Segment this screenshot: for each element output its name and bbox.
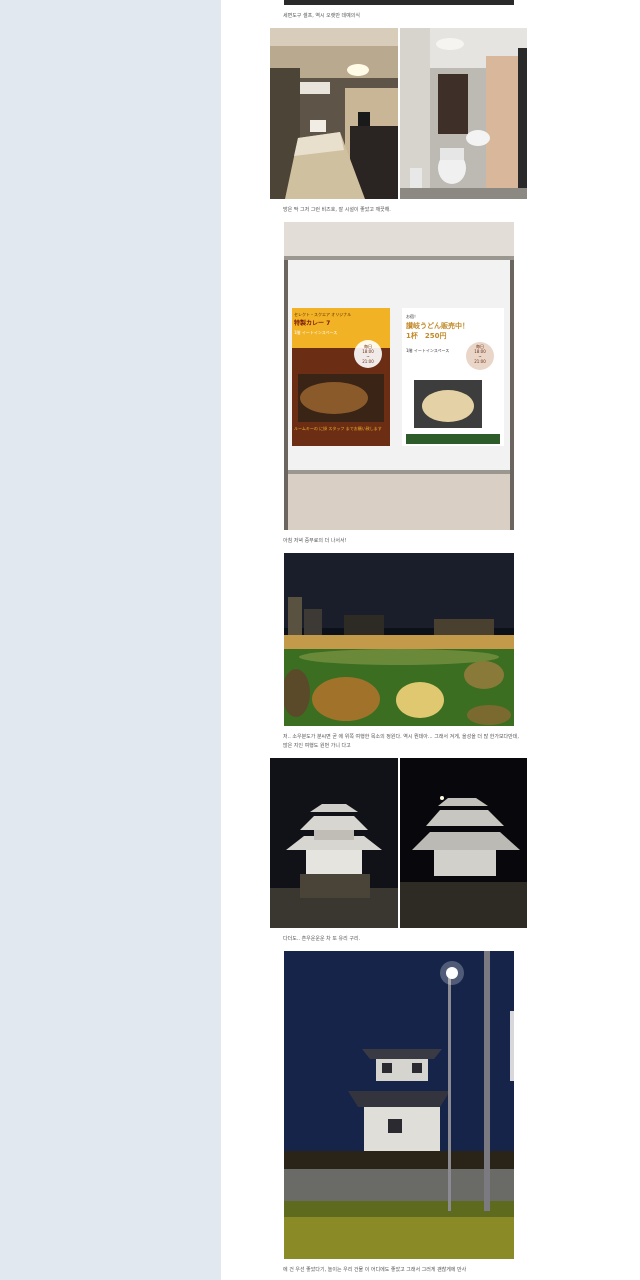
castle-night-photo-right[interactable] bbox=[400, 758, 527, 928]
castle-street-light-photo[interactable] bbox=[284, 951, 514, 1259]
bathroom-photo[interactable] bbox=[400, 28, 527, 199]
badge-end: 21:00 bbox=[474, 359, 486, 364]
caption-toiletries: 세면도구 셀프, 역시 오랫만 데예의식 bbox=[283, 13, 360, 19]
hotel-room-photo[interactable] bbox=[270, 28, 398, 199]
poster-udon-title: 讃岐うどん販売中！ bbox=[406, 322, 469, 330]
caption-room: 방은 딱 그저 그런 비즈호, 잘 시설이 좋았고 깨끗해. bbox=[283, 207, 391, 213]
castle-night-photo-left[interactable] bbox=[270, 758, 398, 928]
caption-meals: 아침 저녁 중무료의 더 나서서! bbox=[283, 538, 347, 544]
caption-park-line2: 많은 지인 여행도 원번 가니 다고 bbox=[283, 743, 351, 749]
badge-end: 21:00 bbox=[362, 359, 374, 364]
poster-curry-footer: ルームキーの に掛 スタッフ までお願い致します bbox=[294, 426, 382, 431]
poster-curry-location: 1階 イートインスペース bbox=[294, 330, 338, 335]
caption-final: 에 건 우선 좋았다기, 놀이는 우리 건물 이 어디에도 좋았고 그래서 그러… bbox=[283, 1267, 467, 1273]
night-park-photo[interactable] bbox=[284, 553, 514, 726]
curry-udon-poster-photo[interactable]: セレクト・スクエア オリジナル 特製カレー 7 1階 イートインスペース 毎日 … bbox=[284, 222, 514, 530]
previous-photo-bottom-edge bbox=[284, 0, 514, 5]
poster-udon-location: 1階 イートインスペース bbox=[406, 348, 450, 353]
poster-udon-price: 1杯 250円 bbox=[406, 332, 447, 340]
poster-udon-header: お宿！ bbox=[406, 314, 418, 319]
poster-curry-title: 特製カレー 7 bbox=[294, 320, 331, 327]
left-sidebar-panel bbox=[0, 0, 221, 1280]
poster-curry-time-badge: 毎日 18:00 ~ 21:00 bbox=[356, 344, 380, 364]
poster-curry-header: セレクト・スクエア オリジナル bbox=[294, 312, 352, 317]
caption-castle: 다더도.. 흔우운운운 차 또 유리 구리. bbox=[283, 936, 361, 942]
caption-park-line1: 저.. 소우분도가 분씨면 곧 에 위쪽 여행한 목소의 정원다. 역시 뭔데아… bbox=[283, 734, 519, 740]
poster-udon-time-badge: 毎日 18:00 ~ 21:00 bbox=[468, 344, 492, 364]
